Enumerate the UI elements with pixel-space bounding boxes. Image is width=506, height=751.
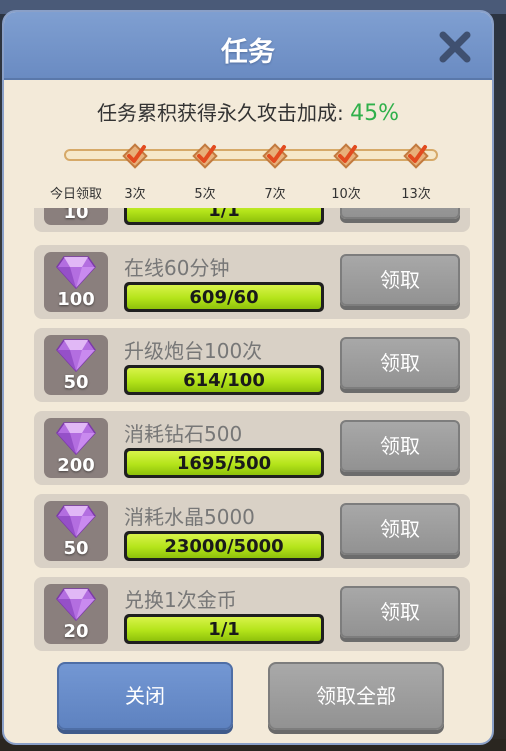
- diamond-icon: [56, 505, 96, 538]
- bonus-progress-title: 任务累积获得永久攻击加成: 45%: [4, 97, 492, 126]
- reward-amount: 20: [63, 621, 89, 642]
- task-name: 消耗水晶5000: [124, 505, 255, 529]
- milestone-label: 13次: [401, 187, 431, 202]
- reward-amount: 50: [63, 538, 89, 559]
- reward-amount: 100: [57, 289, 95, 310]
- dialog-title: 任务: [221, 37, 275, 68]
- reward-box: 10: [44, 208, 108, 225]
- bonus-percent: 45%: [350, 101, 399, 126]
- claim-button[interactable]: 领取: [340, 503, 460, 555]
- progress-text: 1695/500: [176, 453, 272, 474]
- task-name: 升级炮台100次: [124, 339, 263, 363]
- claim-button[interactable]: 领取: [340, 254, 460, 306]
- claim-all-button[interactable]: 领取全部: [268, 662, 444, 730]
- reward-box: 100: [44, 252, 108, 312]
- task-progress-bar: 23000/5000: [124, 531, 324, 561]
- task-row: 20 兑换1次金币 1/1 领取: [34, 577, 470, 651]
- claim-button[interactable]: 领取: [340, 208, 460, 219]
- task-dialog: 任务 任务累积获得永久攻击加成: 45% 今日领取 3次 5次 7次 10次 13次 10…: [2, 10, 494, 745]
- task-progress-bar: 609/60: [124, 282, 324, 312]
- milestone-label: 3次: [124, 187, 146, 202]
- reward-box: 20: [44, 584, 108, 644]
- task-name: 消耗钻石500: [124, 422, 243, 446]
- progress-text: 614/100: [183, 370, 265, 391]
- task-progress-bar: 1/1: [124, 614, 324, 644]
- diamond-icon: [56, 256, 96, 289]
- milestone-check-icon: [332, 142, 360, 170]
- milestone-label: 5次: [194, 187, 216, 202]
- task-name: 在线60分钟: [124, 256, 230, 280]
- milestone-check-icon: [191, 142, 219, 170]
- task-row: 50 升级炮台100次 614/100 领取: [34, 328, 470, 402]
- reward-box: 50: [44, 335, 108, 395]
- reward-box: 50: [44, 501, 108, 561]
- task-list[interactable]: 10 1/1 领取 100 在线60分钟 609/60 领取 50 升级炮台100次 614/10…: [34, 208, 472, 656]
- task-progress-bar: 1695/500: [124, 448, 324, 478]
- milestone-label: 7次: [264, 187, 286, 202]
- diamond-icon: [56, 339, 96, 372]
- milestone-label: 10次: [331, 187, 361, 202]
- task-row: 10 1/1 领取: [34, 208, 470, 232]
- close-x-icon[interactable]: [438, 30, 472, 64]
- task-row: 200 消耗钻石500 1695/500 领取: [34, 411, 470, 485]
- progress-text: 1/1: [208, 208, 240, 221]
- reward-amount: 200: [57, 455, 95, 476]
- dialog-header: 任务: [4, 12, 492, 80]
- claim-button[interactable]: 领取: [340, 586, 460, 638]
- milestone-check-icon: [121, 142, 149, 170]
- diamond-icon: [56, 422, 96, 455]
- milestone-label: 今日领取: [49, 187, 102, 202]
- milestone-check-icon: [402, 142, 430, 170]
- progress-text: 23000/5000: [164, 536, 284, 557]
- bonus-label: 任务累积获得永久攻击加成:: [96, 101, 344, 125]
- reward-amount: 50: [63, 372, 89, 393]
- task-row: 50 消耗水晶5000 23000/5000 领取: [34, 494, 470, 568]
- task-progress-bar: 614/100: [124, 365, 324, 395]
- close-button[interactable]: 关闭: [57, 662, 233, 730]
- claim-button[interactable]: 领取: [340, 337, 460, 389]
- task-progress-bar: 1/1: [124, 208, 324, 225]
- reward-amount: 10: [63, 208, 89, 223]
- milestone-check-icon: [261, 142, 289, 170]
- task-name: 兑换1次金币: [124, 588, 237, 612]
- progress-text: 1/1: [208, 619, 240, 640]
- diamond-icon: [56, 588, 96, 621]
- task-row: 100 在线60分钟 609/60 领取: [34, 245, 470, 319]
- reward-box: 200: [44, 418, 108, 478]
- progress-text: 609/60: [189, 287, 259, 308]
- claim-button[interactable]: 领取: [340, 420, 460, 472]
